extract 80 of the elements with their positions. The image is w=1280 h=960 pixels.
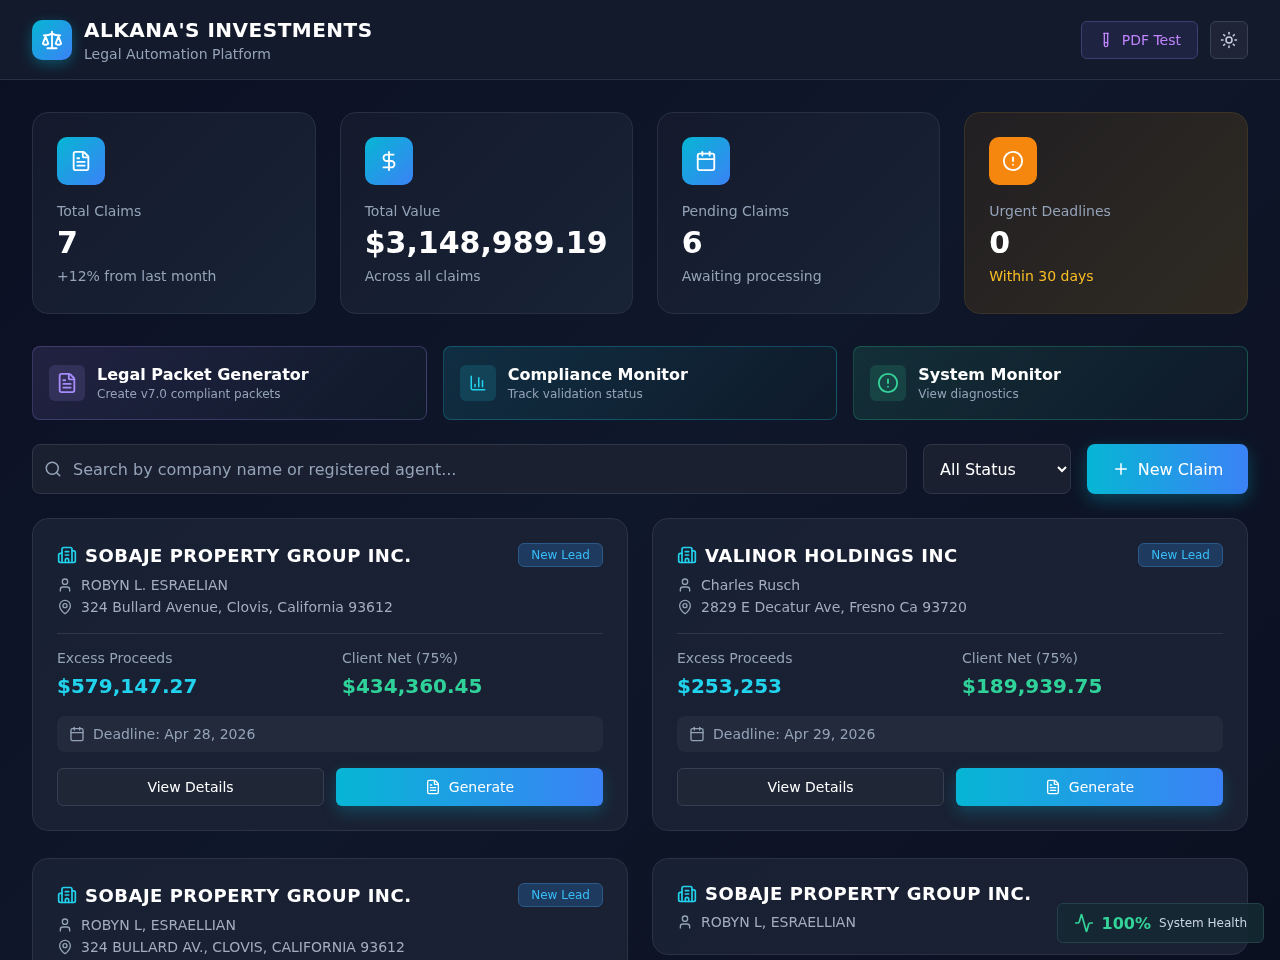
deadline-text: Deadline: Apr 29, 2026 <box>713 726 876 742</box>
agent-name: ROBYN L, ESRAELLIAN <box>701 914 856 930</box>
location-pin-icon <box>57 599 73 615</box>
pdf-test-button[interactable]: PDF Test <box>1080 20 1198 59</box>
deadline-text: Deadline: Apr 28, 2026 <box>93 726 256 742</box>
tool-card[interactable]: Legal Packet Generator Create v7.0 compliant packets <box>32 346 427 420</box>
health-value: 100% <box>1101 913 1152 933</box>
stat-label: Pending Claims <box>681 203 791 219</box>
building-icon <box>677 545 697 565</box>
tool-card[interactable]: Compliance Monitor Track validation status <box>442 346 838 420</box>
tool-subtitle: View diagnostics <box>918 387 1020 401</box>
company-name: SOBAJE PROPERTY GROUP INC. <box>85 544 412 566</box>
amount-label: Client Net (75%) <box>342 650 460 666</box>
amount-label: Client Net (75%) <box>962 650 1080 666</box>
sun-icon <box>1220 30 1238 49</box>
document-icon <box>424 779 441 795</box>
stat-note: Within 30 days <box>989 268 1095 284</box>
stat-value: 6 <box>681 225 704 260</box>
stat-note: Across all claims <box>364 268 482 284</box>
excess-amount: $579,147.27 <box>57 674 199 698</box>
building-icon <box>677 883 697 904</box>
alert-icon <box>877 372 900 394</box>
agent-name: ROBYN L, ESRAELLIAN <box>81 917 236 933</box>
search-icon <box>44 460 62 478</box>
theme-toggle-button[interactable] <box>1210 20 1248 59</box>
person-icon <box>677 577 693 593</box>
calendar-icon <box>694 150 717 172</box>
building-icon <box>57 545 77 565</box>
tool-subtitle: Create v7.0 compliant packets <box>97 387 282 401</box>
view-details-button[interactable]: View Details <box>677 768 944 806</box>
document-icon <box>1044 779 1061 795</box>
search-field[interactable]: Search by company name or registered agent... <box>32 444 907 494</box>
pulse-icon <box>1073 913 1094 933</box>
tool-title: Legal Packet Generator <box>97 365 309 384</box>
app-subtitle: Legal Automation Platform <box>84 45 272 62</box>
amount-label: Excess Proceeds <box>57 650 174 666</box>
document-icon <box>70 150 92 172</box>
net-amount: $189,939.75 <box>962 674 1104 698</box>
status-badge: New Lead <box>518 883 603 907</box>
stat-label: Total Value <box>364 203 442 219</box>
person-icon <box>57 577 73 593</box>
company-name: SOBAJE PROPERTY GROUP INC. <box>85 884 412 906</box>
building-icon <box>57 885 77 905</box>
address-text: 2829 E Decatur Ave, Fresno Ca 93720 <box>701 599 967 615</box>
address-text: 324 Bullard Avenue, Clovis, California 93612 <box>81 599 393 615</box>
company-name: VALINOR HOLDINGS INC <box>705 544 958 566</box>
company-name: SOBAJE PROPERTY GROUP INC. <box>705 883 1032 904</box>
location-pin-icon <box>677 599 693 615</box>
stat-value: 7 <box>57 225 79 260</box>
status-badge: New Lead <box>1138 543 1223 567</box>
amount-label: Excess Proceeds <box>677 650 794 666</box>
agent-name: ROBYN L. ESRAELIAN <box>81 577 229 593</box>
app-title: ALKANA'S INVESTMENTS <box>84 17 373 42</box>
health-label: System Health <box>1159 916 1247 930</box>
calendar-icon <box>689 726 705 742</box>
status-badge: New Lead <box>518 543 603 567</box>
agent-name: Charles Rusch <box>701 577 801 593</box>
tool-card[interactable]: System Monitor View diagnostics <box>853 346 1248 420</box>
scale-logo-icon <box>32 19 72 60</box>
net-amount: $434,360.45 <box>342 674 484 698</box>
stat-note: +12% from last month <box>57 268 218 284</box>
location-pin-icon <box>57 939 73 955</box>
bar-chart-icon <box>468 374 487 392</box>
stat-note: Awaiting processing <box>681 268 823 284</box>
stat-value: 0 <box>989 225 1012 260</box>
stat-label: Urgent Deadlines <box>989 203 1112 219</box>
calendar-icon <box>69 726 85 742</box>
view-details-button[interactable]: View Details <box>57 768 324 806</box>
alert-icon <box>1002 150 1025 172</box>
stat-label: Total Claims <box>57 203 143 219</box>
person-icon <box>57 917 73 933</box>
tool-subtitle: Track validation status <box>507 387 644 401</box>
stat-value: $3,148,989.19 <box>364 225 608 260</box>
person-icon <box>677 914 693 930</box>
tool-title: System Monitor <box>918 365 1061 384</box>
tool-title: Compliance Monitor <box>507 365 688 384</box>
status-dropdown[interactable]: All Status <box>923 444 1071 494</box>
excess-amount: $253,253 <box>677 674 783 698</box>
document-icon <box>56 372 78 394</box>
address-text: 324 BULLARD AV., CLOVIS, CALIFORNIA 93612 <box>81 939 405 955</box>
